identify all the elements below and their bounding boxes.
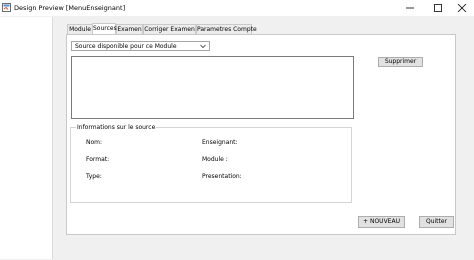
tab-label: Parametres Compte <box>197 26 257 33</box>
tab-label: Corriger Examen <box>144 26 195 33</box>
sources-list[interactable] <box>71 56 354 119</box>
format-label: Format: <box>86 156 110 163</box>
presentation-label: Presentation: <box>202 173 242 180</box>
tab-label: Sources <box>93 25 117 32</box>
module-label: Module : <box>202 156 228 163</box>
window-title: Design Preview [MenuEnseignant] <box>14 4 126 12</box>
tab-sources[interactable]: Sources <box>92 23 117 34</box>
nom-label: Nom: <box>86 139 103 146</box>
source-select[interactable]: Source disponible pour ce Module <box>71 41 210 51</box>
chevron-down-icon <box>200 44 206 51</box>
left-panel <box>0 17 53 259</box>
tab-label: Examen <box>117 26 142 33</box>
minimize-icon[interactable] <box>398 0 422 16</box>
java-app-icon <box>2 3 11 12</box>
source-select-value: Source disponible pour ce Module <box>75 43 177 50</box>
delete-button[interactable]: Supprimer <box>378 57 423 67</box>
tab-examen[interactable]: Examen <box>116 24 143 34</box>
new-source-button[interactable]: + NOUVEAU <box>358 216 405 228</box>
close-icon[interactable] <box>450 0 474 16</box>
tab-module[interactable]: Module <box>67 24 93 34</box>
tab-parametres-compte[interactable]: Parametres Compte <box>196 24 257 34</box>
type-label: Type: <box>86 173 102 180</box>
source-info-title: Informations sur le source <box>76 124 157 131</box>
enseignant-label: Enseignant: <box>202 139 238 146</box>
quit-button[interactable]: Quitter <box>419 216 454 228</box>
title-bar: Design Preview [MenuEnseignant] <box>0 0 474 16</box>
tab-label: Module <box>69 26 91 33</box>
maximize-icon[interactable] <box>426 0 450 16</box>
tab-corriger-examen[interactable]: Corriger Examen <box>143 24 196 34</box>
